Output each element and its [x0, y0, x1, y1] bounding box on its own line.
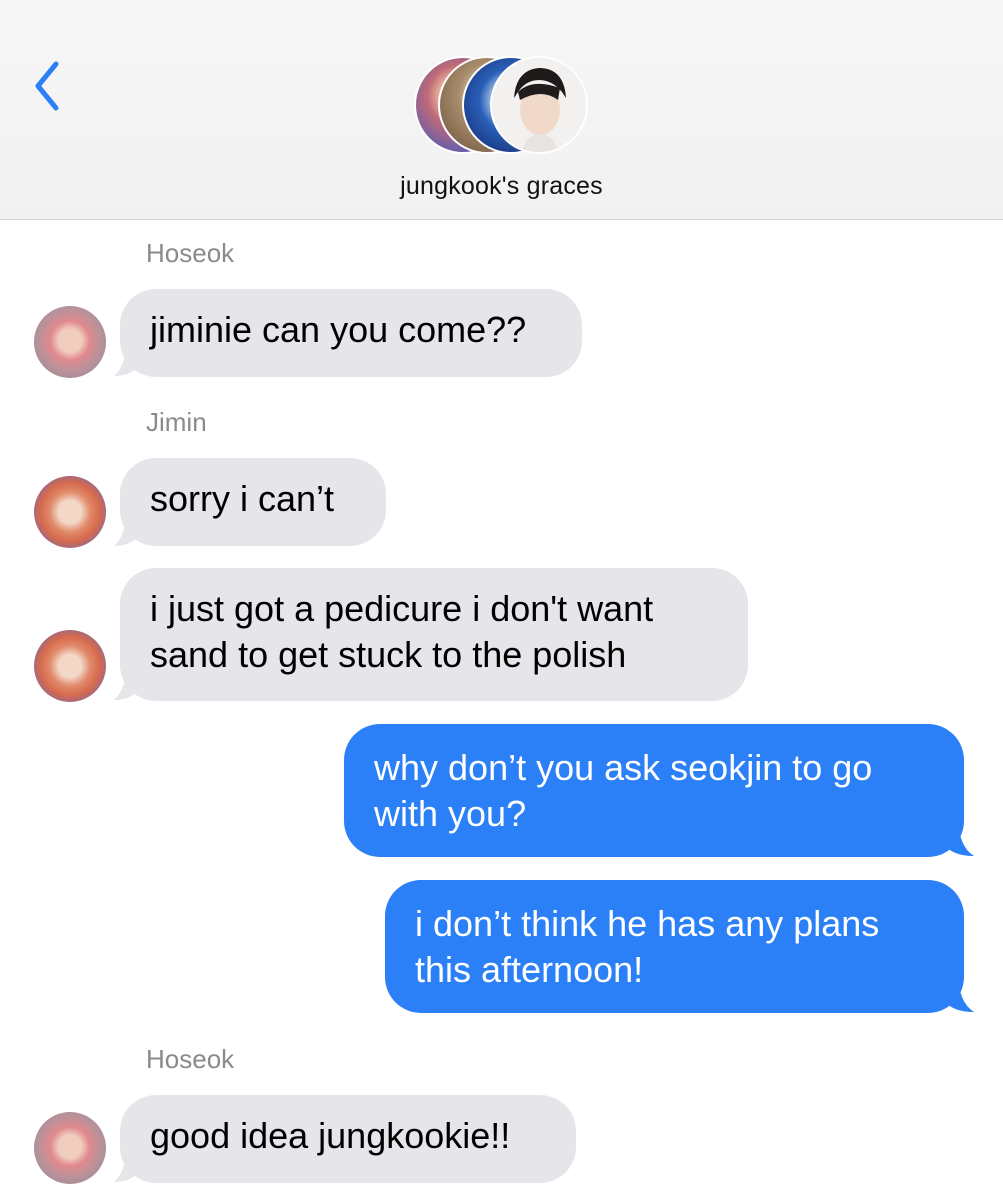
message-text: jiminie can you come?? — [150, 309, 527, 350]
message-bubble[interactable]: i just got a pedicure i don't want sand … — [120, 568, 748, 701]
sender-avatar[interactable] — [34, 476, 106, 548]
message-text-line: this afternoon! — [415, 949, 644, 990]
conversation-title[interactable]: jungkook's graces — [0, 172, 1003, 201]
message-text-line: i just got a pedicure i don't want — [150, 588, 654, 629]
message-text: good idea jungkookie!! — [150, 1115, 511, 1156]
chevron-left-icon — [35, 61, 59, 111]
message-text-line: with you? — [374, 793, 527, 834]
message-text-line: i don’t think he has any plans — [415, 903, 880, 944]
back-button[interactable] — [30, 58, 70, 114]
message-bubble[interactable]: why don’t you ask seokjin to go with you… — [344, 724, 964, 857]
message-text-line: sand to get stuck to the polish — [150, 634, 627, 675]
face-photo-icon — [492, 58, 586, 152]
message-bubble[interactable]: jiminie can you come?? — [120, 289, 582, 377]
sender-avatar[interactable] — [34, 306, 106, 378]
sender-name: Hoseok — [146, 238, 235, 268]
group-avatar-stack[interactable] — [414, 56, 589, 158]
sender-name: Hoseok — [146, 1044, 235, 1074]
message-bubble[interactable]: sorry i can’t — [120, 458, 386, 546]
sender-avatar[interactable] — [34, 630, 106, 702]
message-text-line: why don’t you ask seokjin to go — [374, 747, 873, 788]
sender-avatar[interactable] — [34, 1112, 106, 1184]
sender-name: Jimin — [146, 407, 207, 437]
message-bubble[interactable]: i don’t think he has any plans this afte… — [385, 880, 964, 1013]
message-text: sorry i can’t — [150, 478, 335, 519]
member-avatar — [490, 56, 588, 154]
message-bubble[interactable]: good idea jungkookie!! — [120, 1095, 576, 1183]
conversation-header: jungkook's graces — [0, 0, 1003, 220]
